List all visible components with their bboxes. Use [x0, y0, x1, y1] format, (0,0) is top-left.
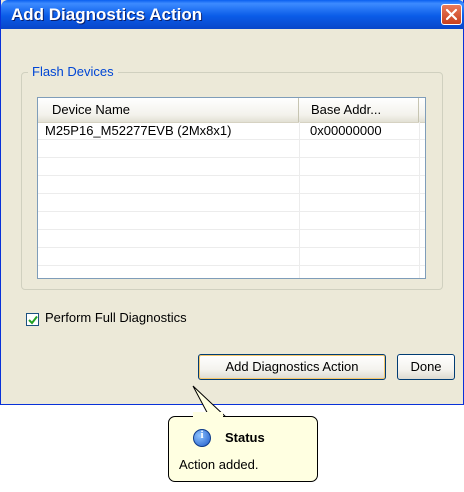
tooltip-message: Action added. [179, 457, 259, 472]
flash-devices-table[interactable]: Device Name Base Addr... M25P16_M52277EV… [37, 97, 426, 279]
table-row-empty [38, 158, 425, 176]
table-row-empty [38, 176, 425, 194]
table-row-empty [38, 140, 425, 158]
info-icon: i [193, 429, 211, 447]
table-row-empty [38, 248, 425, 266]
perform-full-diagnostics-checkbox[interactable] [26, 313, 39, 326]
table-row-empty [38, 194, 425, 212]
tooltip-title: Status [225, 430, 265, 445]
column-divider [299, 122, 300, 278]
dialog-window: Add Diagnostics Action Flash Devices Dev… [0, 0, 464, 405]
column-header-base-addr[interactable]: Base Addr... [299, 98, 419, 122]
close-icon [445, 8, 458, 21]
column-header-device-name[interactable]: Device Name [38, 98, 299, 122]
window-title: Add Diagnostics Action [11, 5, 203, 24]
table-header: Device Name Base Addr... [38, 98, 425, 123]
group-legend: Flash Devices [28, 64, 118, 79]
table-row-empty [38, 230, 425, 248]
add-diagnostics-action-button[interactable]: Add Diagnostics Action [198, 354, 386, 380]
checkbox-label[interactable]: Perform Full Diagnostics [45, 310, 187, 325]
done-button[interactable]: Done [397, 354, 455, 380]
column-divider [419, 122, 420, 278]
table-row[interactable]: M25P16_M52277EVB (2Mx8x1) 0x00000000 [38, 122, 425, 140]
table-row-empty [38, 212, 425, 230]
status-tooltip: i Status Action added. [168, 416, 318, 482]
checkmark-icon [28, 315, 38, 325]
title-bar[interactable]: Add Diagnostics Action [1, 0, 464, 29]
cell-device-name: M25P16_M52277EVB (2Mx8x1) [45, 123, 232, 138]
tooltip-tail-joint [193, 412, 223, 418]
cell-base-addr: 0x00000000 [310, 123, 382, 138]
close-button[interactable] [441, 4, 462, 25]
